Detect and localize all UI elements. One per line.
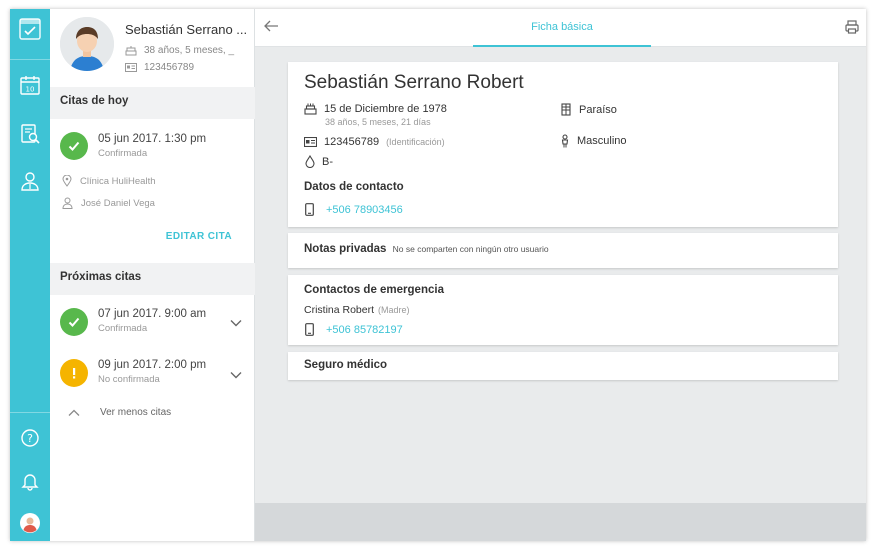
today-appointments-header: Citas de hoy	[50, 87, 255, 119]
phone-icon	[305, 323, 314, 336]
patient-short-name: Sebastián Serrano ...	[125, 22, 248, 37]
id-card-icon	[304, 137, 317, 147]
id-number: 123456789	[324, 136, 380, 148]
emergency-phone[interactable]: +506 85782197	[326, 324, 403, 336]
patient-profile-card: Sebastián Serrano Robert 15 de Diciembre…	[288, 62, 838, 227]
doctor-icon[interactable]	[18, 169, 42, 193]
upcoming-appointment-status: No confirmada	[98, 374, 160, 385]
phone-icon	[305, 203, 314, 216]
id-line: 123456789 (Identificación)	[304, 136, 445, 148]
patient-search-icon[interactable]	[18, 122, 42, 146]
emergency-contact-name: Cristina Robert	[304, 304, 375, 316]
user-avatar-icon[interactable]	[18, 511, 42, 535]
rail-divider	[10, 59, 50, 60]
emergency-phone-line: +506 85782197	[305, 323, 403, 336]
emergency-contact-relation: (Madre)	[378, 305, 410, 315]
clinic-line: Clínica HuliHealth	[62, 175, 156, 187]
chevron-up-icon	[68, 409, 80, 416]
patient-id: 123456789	[144, 62, 195, 73]
top-bar: Ficha básica	[255, 9, 866, 47]
patient-age: 38 años, 5 meses, _	[144, 45, 235, 56]
building-icon	[561, 103, 571, 116]
confirmed-check-icon	[60, 132, 88, 160]
cake-icon	[125, 45, 137, 55]
upcoming-appointment-status: Confirmada	[98, 323, 148, 334]
nav-rail: 10 ?	[10, 9, 50, 541]
id-card-icon	[125, 63, 137, 72]
contact-data-header: Datos de contacto	[304, 181, 404, 193]
print-icon[interactable]	[845, 20, 859, 39]
edit-appointment-button[interactable]: EDITAR CITA	[166, 231, 232, 242]
location: Paraíso	[579, 103, 617, 116]
confirmed-check-icon	[60, 308, 88, 336]
cake-icon	[304, 103, 317, 115]
emergency-contacts-card: Contactos de emergencia Cristina Robert …	[288, 275, 838, 345]
rail-divider	[10, 412, 50, 413]
show-less-appointments[interactable]: Ver menos citas	[68, 407, 171, 418]
today-appointment-date[interactable]: 05 jun 2017. 1:30 pm	[98, 133, 206, 145]
doctor-name: José Daniel Vega	[81, 197, 155, 209]
today-appointment-status: Confirmada	[98, 148, 148, 159]
blood-type: B-	[322, 155, 333, 168]
chevron-down-icon[interactable]	[230, 314, 242, 332]
id-label: (Identificación)	[386, 137, 445, 147]
patient-id-line: 123456789	[125, 62, 194, 73]
chevron-down-icon[interactable]	[230, 366, 242, 384]
upcoming-appointments-header: Próximas citas	[50, 263, 255, 295]
birth-date: 15 de Diciembre de 1978	[324, 103, 447, 115]
contact-phone[interactable]: +506 78903456	[326, 204, 403, 216]
patient-avatar	[60, 17, 114, 71]
insurance-card[interactable]: Seguro médico	[288, 352, 838, 380]
doctor-small-icon	[62, 197, 73, 209]
private-notes-subtitle: No se comparten con ningún otro usuario	[392, 244, 549, 254]
contact-phone-line: +506 78903456	[305, 203, 403, 216]
private-notes-title: Notas privadas	[304, 243, 387, 255]
patient-age-line: 38 años, 5 meses, _	[125, 45, 234, 56]
birth-date-line: 15 de Diciembre de 1978	[304, 103, 447, 115]
calendar-icon[interactable]: 10	[18, 73, 42, 97]
emergency-contacts-title: Contactos de emergencia	[304, 284, 444, 296]
private-notes-title-line: Notas privadas No se comparten con ningú…	[304, 243, 549, 255]
gender-icon	[561, 134, 569, 148]
gender-line: Masculino	[560, 134, 627, 148]
tab-basic-record[interactable]: Ficha básica	[473, 9, 651, 47]
show-less-label: Ver menos citas	[100, 407, 172, 418]
footer-bar	[255, 503, 866, 541]
svg-text:?: ?	[27, 432, 33, 445]
back-arrow-icon[interactable]	[263, 19, 279, 38]
bell-icon[interactable]	[18, 469, 42, 493]
private-notes-card[interactable]: Notas privadas No se comparten con ningú…	[288, 233, 838, 268]
location-pin-icon	[62, 175, 72, 187]
svg-text:10: 10	[26, 86, 35, 94]
app-frame: 10 ? Sebastián Serrano ... 38 años, 5 me…	[10, 9, 866, 541]
location-line: Paraíso	[560, 103, 617, 116]
patient-header[interactable]: Sebastián Serrano ... 38 años, 5 meses, …	[50, 9, 255, 89]
insurance-title: Seguro médico	[304, 359, 388, 371]
patient-full-name: Sebastián Serrano Robert	[304, 72, 524, 93]
warning-icon	[60, 359, 88, 387]
gender: Masculino	[577, 135, 627, 147]
upcoming-appointment-date[interactable]: 07 jun 2017. 9:00 am	[98, 308, 206, 320]
doctor-line: José Daniel Vega	[62, 197, 155, 209]
main-content: Sebastián Serrano Robert 15 de Diciembre…	[255, 47, 866, 503]
help-icon[interactable]: ?	[18, 426, 42, 450]
upcoming-appointment-date[interactable]: 09 jun 2017. 2:00 pm	[98, 359, 206, 371]
blood-type-line: B-	[305, 155, 333, 168]
clinic-name: Clínica HuliHealth	[80, 175, 156, 187]
blood-drop-icon	[305, 155, 315, 168]
app-logo-icon[interactable]	[18, 17, 42, 41]
patient-panel: Sebastián Serrano ... 38 años, 5 meses, …	[50, 9, 255, 541]
emergency-contact-line: Cristina Robert (Madre)	[304, 304, 410, 316]
age-full: 38 años, 5 meses, 21 días	[325, 117, 431, 127]
